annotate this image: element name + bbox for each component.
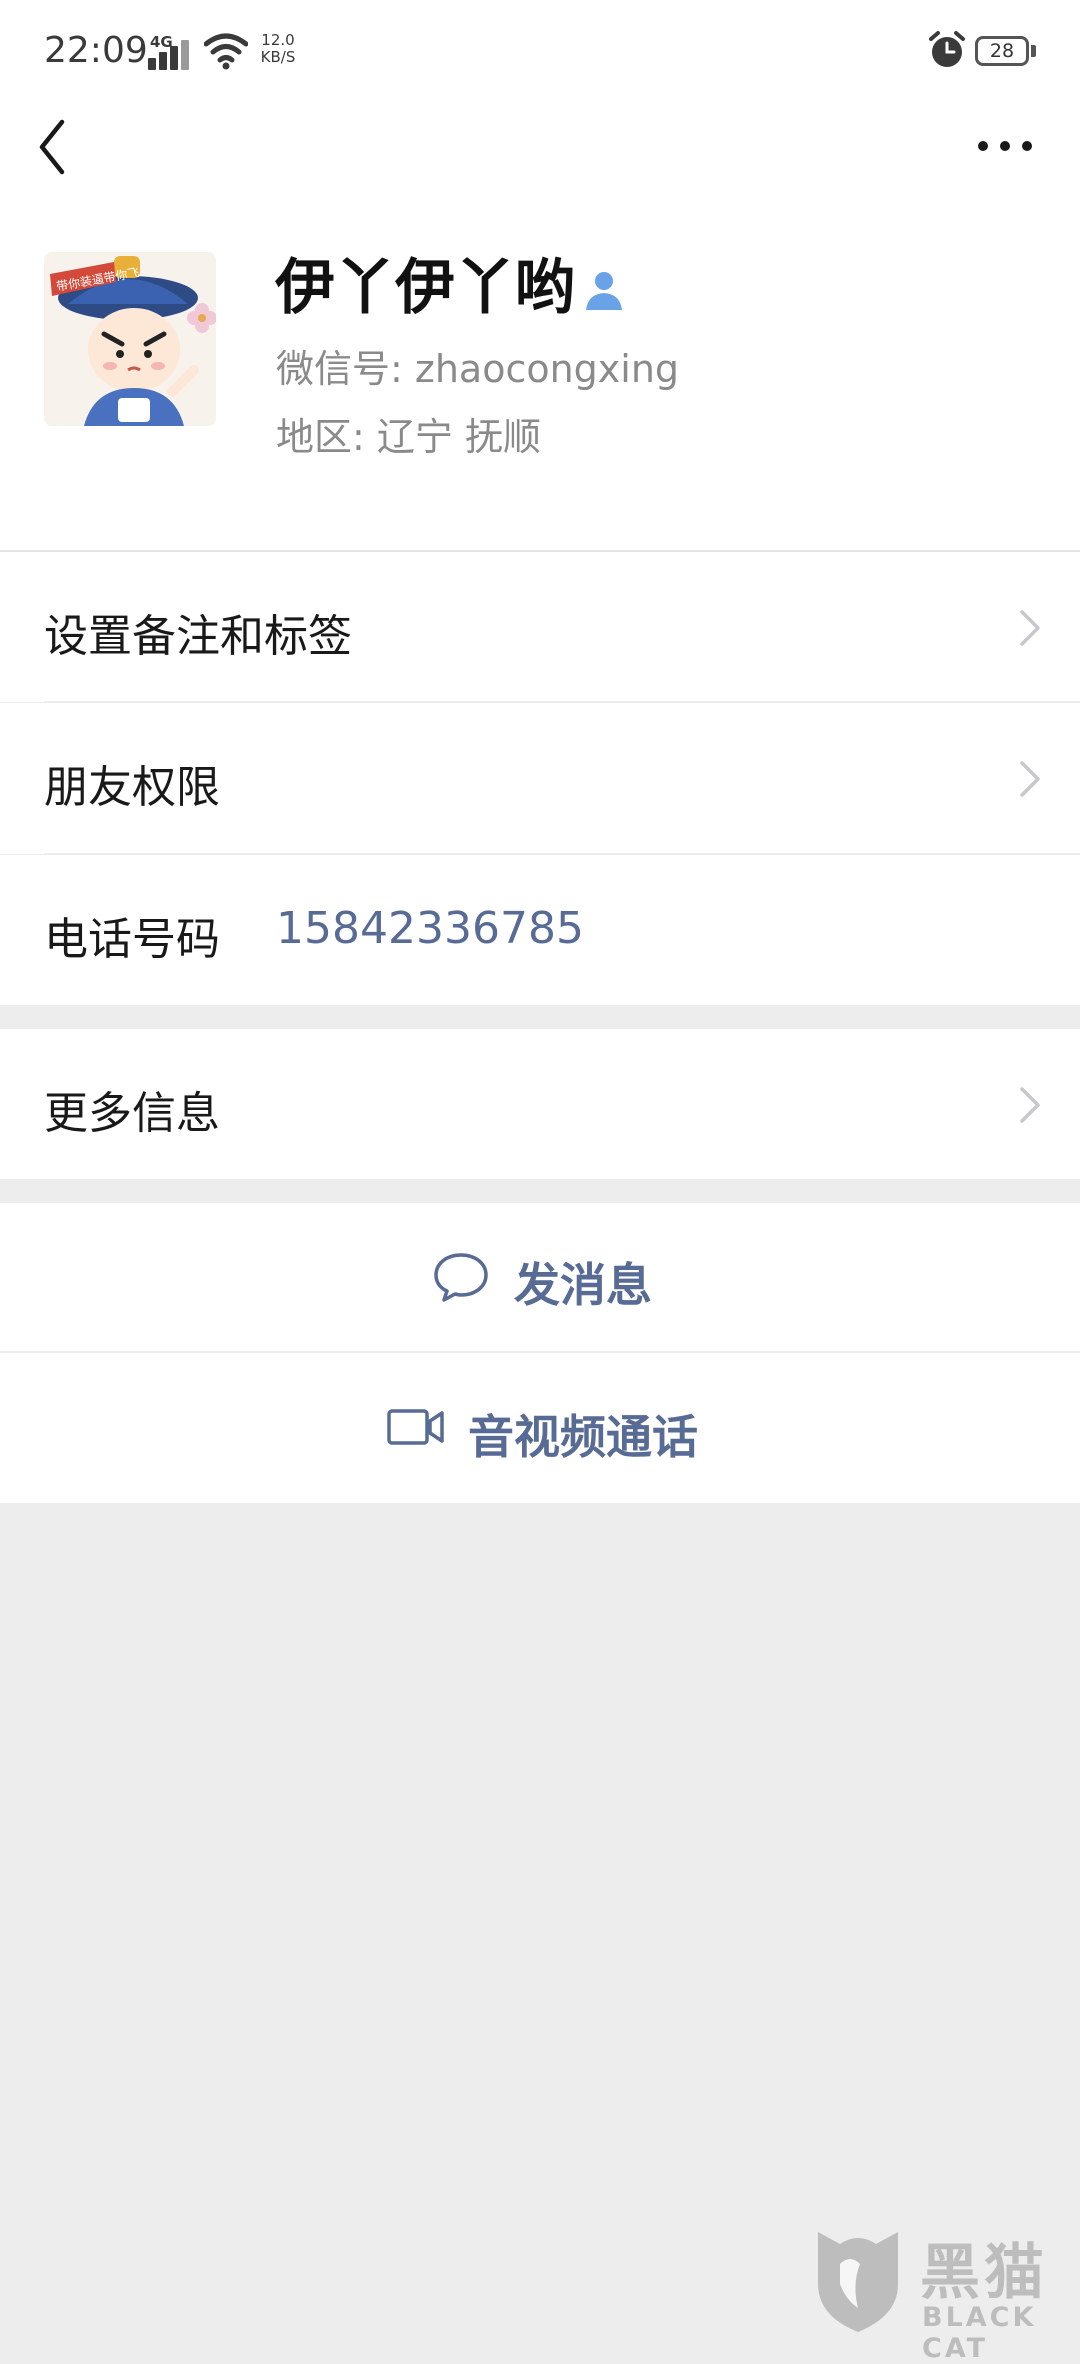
avatar[interactable]: 带你装逼带你飞 — [44, 252, 216, 426]
phone-number-link[interactable]: 15842336785 — [276, 903, 584, 954]
speed-unit: KB/S — [260, 48, 296, 66]
more-horizontal-icon — [978, 141, 1032, 151]
person-icon — [586, 272, 622, 310]
more-info-cell[interactable]: 更多信息 — [0, 1029, 1080, 1179]
cartoon-avatar: 带你装逼带你飞 — [44, 252, 216, 426]
audio-video-call-label: 音视频通话 — [468, 1410, 698, 1464]
battery-level: 28 — [989, 40, 1015, 62]
network-speed: 12.0 KB/S — [258, 32, 298, 66]
speed-value: 12.0 — [261, 31, 295, 49]
battery-cap — [1031, 45, 1036, 57]
signal-icon — [148, 40, 194, 70]
black-cat-logo-icon — [818, 2232, 898, 2332]
phone-number-label: 电话号码 — [44, 914, 220, 965]
video-camera-icon — [387, 1409, 444, 1445]
status-bar: 22:09 4G 12.0 KB/S 28 — [0, 0, 1080, 100]
black-cat-watermark: 黑猫 BLACK CAT — [806, 2222, 1080, 2364]
chevron-right-icon — [1020, 610, 1040, 646]
chevron-right-icon — [1020, 1087, 1040, 1123]
friend-permissions-label: 朋友权限 — [44, 762, 220, 813]
remark-and-tags-cell[interactable]: 设置备注和标签 — [0, 552, 1080, 702]
watermark-title: 黑猫 — [920, 2238, 1048, 2308]
chevron-left-icon — [39, 119, 65, 175]
watermark-subtitle: BLACK CAT — [922, 2302, 1037, 2364]
battery-icon: 28 — [975, 36, 1029, 66]
status-time: 22:09 — [44, 30, 148, 71]
chat-bubble-icon — [434, 1253, 488, 1302]
chevron-right-icon — [1020, 761, 1040, 797]
phone-number-cell: 电话号码 15842336785 — [0, 855, 1080, 1005]
audio-video-call-button[interactable]: 音视频通话 — [0, 1353, 1080, 1503]
back-button[interactable] — [30, 112, 80, 182]
display-name: 伊丫伊丫哟 — [275, 253, 575, 323]
send-message-label: 发消息 — [514, 1258, 652, 1312]
wechat-id: 微信号: zhaocongxing — [276, 347, 680, 391]
wifi-icon — [204, 33, 248, 70]
send-message-button[interactable]: 发消息 — [0, 1203, 1080, 1351]
remark-and-tags-label: 设置备注和标签 — [44, 611, 352, 662]
friend-permissions-cell[interactable]: 朋友权限 — [0, 703, 1080, 854]
more-button[interactable] — [970, 120, 1040, 172]
region: 地区: 辽宁 抚顺 — [276, 415, 541, 459]
alarm-icon — [929, 31, 965, 67]
more-info-label: 更多信息 — [44, 1088, 220, 1139]
